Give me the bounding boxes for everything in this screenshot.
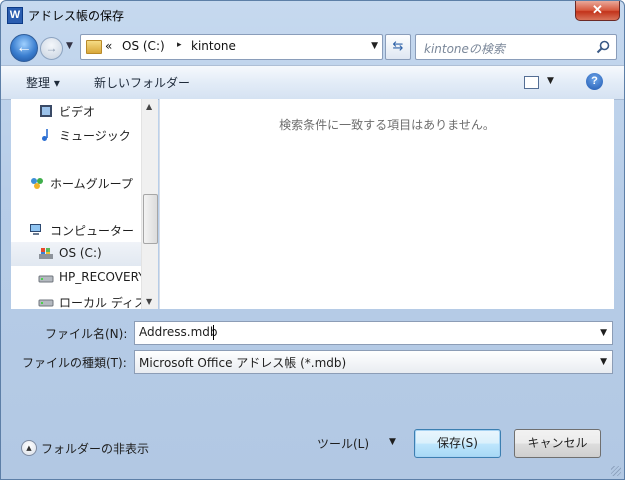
navigation-scrollbar[interactable]: ▲ ▼ <box>141 99 158 309</box>
search-placeholder: kintoneの検索 <box>424 42 505 56</box>
search-input[interactable]: kintoneの検索 <box>415 34 617 60</box>
filetype-label: ファイルの種類(T): <box>22 356 127 370</box>
nav-label: HP_RECOVERY <box>59 270 141 284</box>
refresh-button[interactable]: ⇆ <box>385 34 411 60</box>
computer-icon <box>30 224 41 235</box>
breadcrumb-folder[interactable]: kintone <box>191 39 236 53</box>
filename-value: Address.mdb <box>139 325 218 339</box>
nav-label: コンピューター <box>50 224 135 238</box>
collapse-up-icon: ▲ <box>21 440 37 456</box>
video-icon <box>40 105 52 117</box>
cancel-button[interactable]: キャンセル <box>514 429 601 458</box>
homegroup-icon <box>31 178 43 189</box>
drive-icon <box>38 275 54 283</box>
breadcrumb-drive[interactable]: OS (C:) <box>122 39 165 53</box>
folder-icon <box>86 40 102 54</box>
breadcrumb-separator-icon[interactable]: ▸ <box>177 40 182 50</box>
help-icon[interactable]: ? <box>586 73 603 90</box>
scroll-up-icon[interactable]: ▲ <box>146 102 152 111</box>
drive-icon <box>39 248 53 259</box>
scroll-down-icon[interactable]: ▼ <box>146 297 152 306</box>
nav-item-hp-recovery[interactable]: HP_RECOVERY <box>11 266 141 290</box>
change-view-icon[interactable] <box>524 76 539 89</box>
filetype-select[interactable]: Microsoft Office アドレス帳 (*.mdb) ▼ <box>134 350 613 374</box>
nav-item-videos[interactable]: ビデオ <box>11 99 141 123</box>
address-dropdown-icon[interactable]: ▼ <box>371 41 378 51</box>
nav-item-homegroup[interactable]: ホームグループ <box>11 171 141 195</box>
organize-button[interactable]: 整理 ▾ <box>26 74 60 91</box>
nav-item-local-disk[interactable]: ローカル ディスク <box>11 290 141 309</box>
nav-item-computer[interactable]: コンピューター <box>11 218 141 242</box>
tools-button[interactable]: ツール(L) <box>317 435 369 452</box>
search-icon[interactable] <box>596 40 610 54</box>
resize-grip[interactable] <box>611 466 621 476</box>
nav-label: OS (C:) <box>59 246 102 260</box>
new-folder-button[interactable]: 新しいフォルダー <box>94 74 190 91</box>
address-bar[interactable]: « OS (C:) ▸ kintone ▼ <box>80 34 383 60</box>
filename-dropdown-icon[interactable]: ▼ <box>600 328 607 338</box>
navigation-pane: ビデオ ミュージック ホームグループ コンピューター OS (C:) HP_RE… <box>11 99 141 309</box>
nav-label: ホームグループ <box>50 177 133 191</box>
hide-folders-label: フォルダーの非表示 <box>41 442 150 456</box>
filetype-value: Microsoft Office アドレス帳 (*.mdb) <box>139 356 347 370</box>
nav-label: ローカル ディスク <box>59 296 141 309</box>
close-button[interactable]: ✕ <box>575 1 620 21</box>
text-caret <box>213 325 214 340</box>
tools-dropdown-icon[interactable]: ▼ <box>389 437 396 447</box>
filename-field[interactable]: Address.mdb ▼ <box>134 321 613 345</box>
save-button[interactable]: 保存(S) <box>414 429 501 458</box>
scroll-thumb[interactable] <box>143 194 158 244</box>
navigation-bar: ← → ▼ « OS (C:) ▸ kintone ▼ ⇆ kintoneの検索 <box>1 31 624 63</box>
file-list[interactable]: 検索条件に一致する項目はありません。 <box>159 99 614 309</box>
view-options-dropdown-icon[interactable]: ▼ <box>547 76 554 86</box>
word-app-icon: W <box>7 7 23 24</box>
filename-label: ファイル名(N): <box>45 327 128 341</box>
forward-button[interactable]: → <box>40 37 63 60</box>
nav-item-os-drive[interactable]: OS (C:) <box>11 242 141 266</box>
filetype-dropdown-icon[interactable]: ▼ <box>600 357 607 367</box>
back-button[interactable]: ← <box>10 34 38 62</box>
breadcrumb-overflow[interactable]: « <box>105 39 112 53</box>
drive-icon <box>38 299 54 307</box>
music-icon <box>42 129 48 141</box>
save-dialog: W アドレス帳の保存 ✕ ← → ▼ « OS (C:) ▸ kintone ▼… <box>0 0 625 480</box>
recent-pages-dropdown-icon[interactable]: ▼ <box>66 41 73 51</box>
nav-label: ミュージック <box>59 129 131 143</box>
window-title: アドレス帳の保存 <box>28 9 125 23</box>
command-bar: 整理 ▾ 新しいフォルダー ▼ ? <box>1 65 624 100</box>
nav-item-music[interactable]: ミュージック <box>11 123 141 147</box>
nav-label: ビデオ <box>59 105 96 119</box>
title-bar[interactable]: W アドレス帳の保存 ✕ <box>1 1 624 29</box>
empty-message: 検索条件に一致する項目はありません。 <box>279 118 495 132</box>
